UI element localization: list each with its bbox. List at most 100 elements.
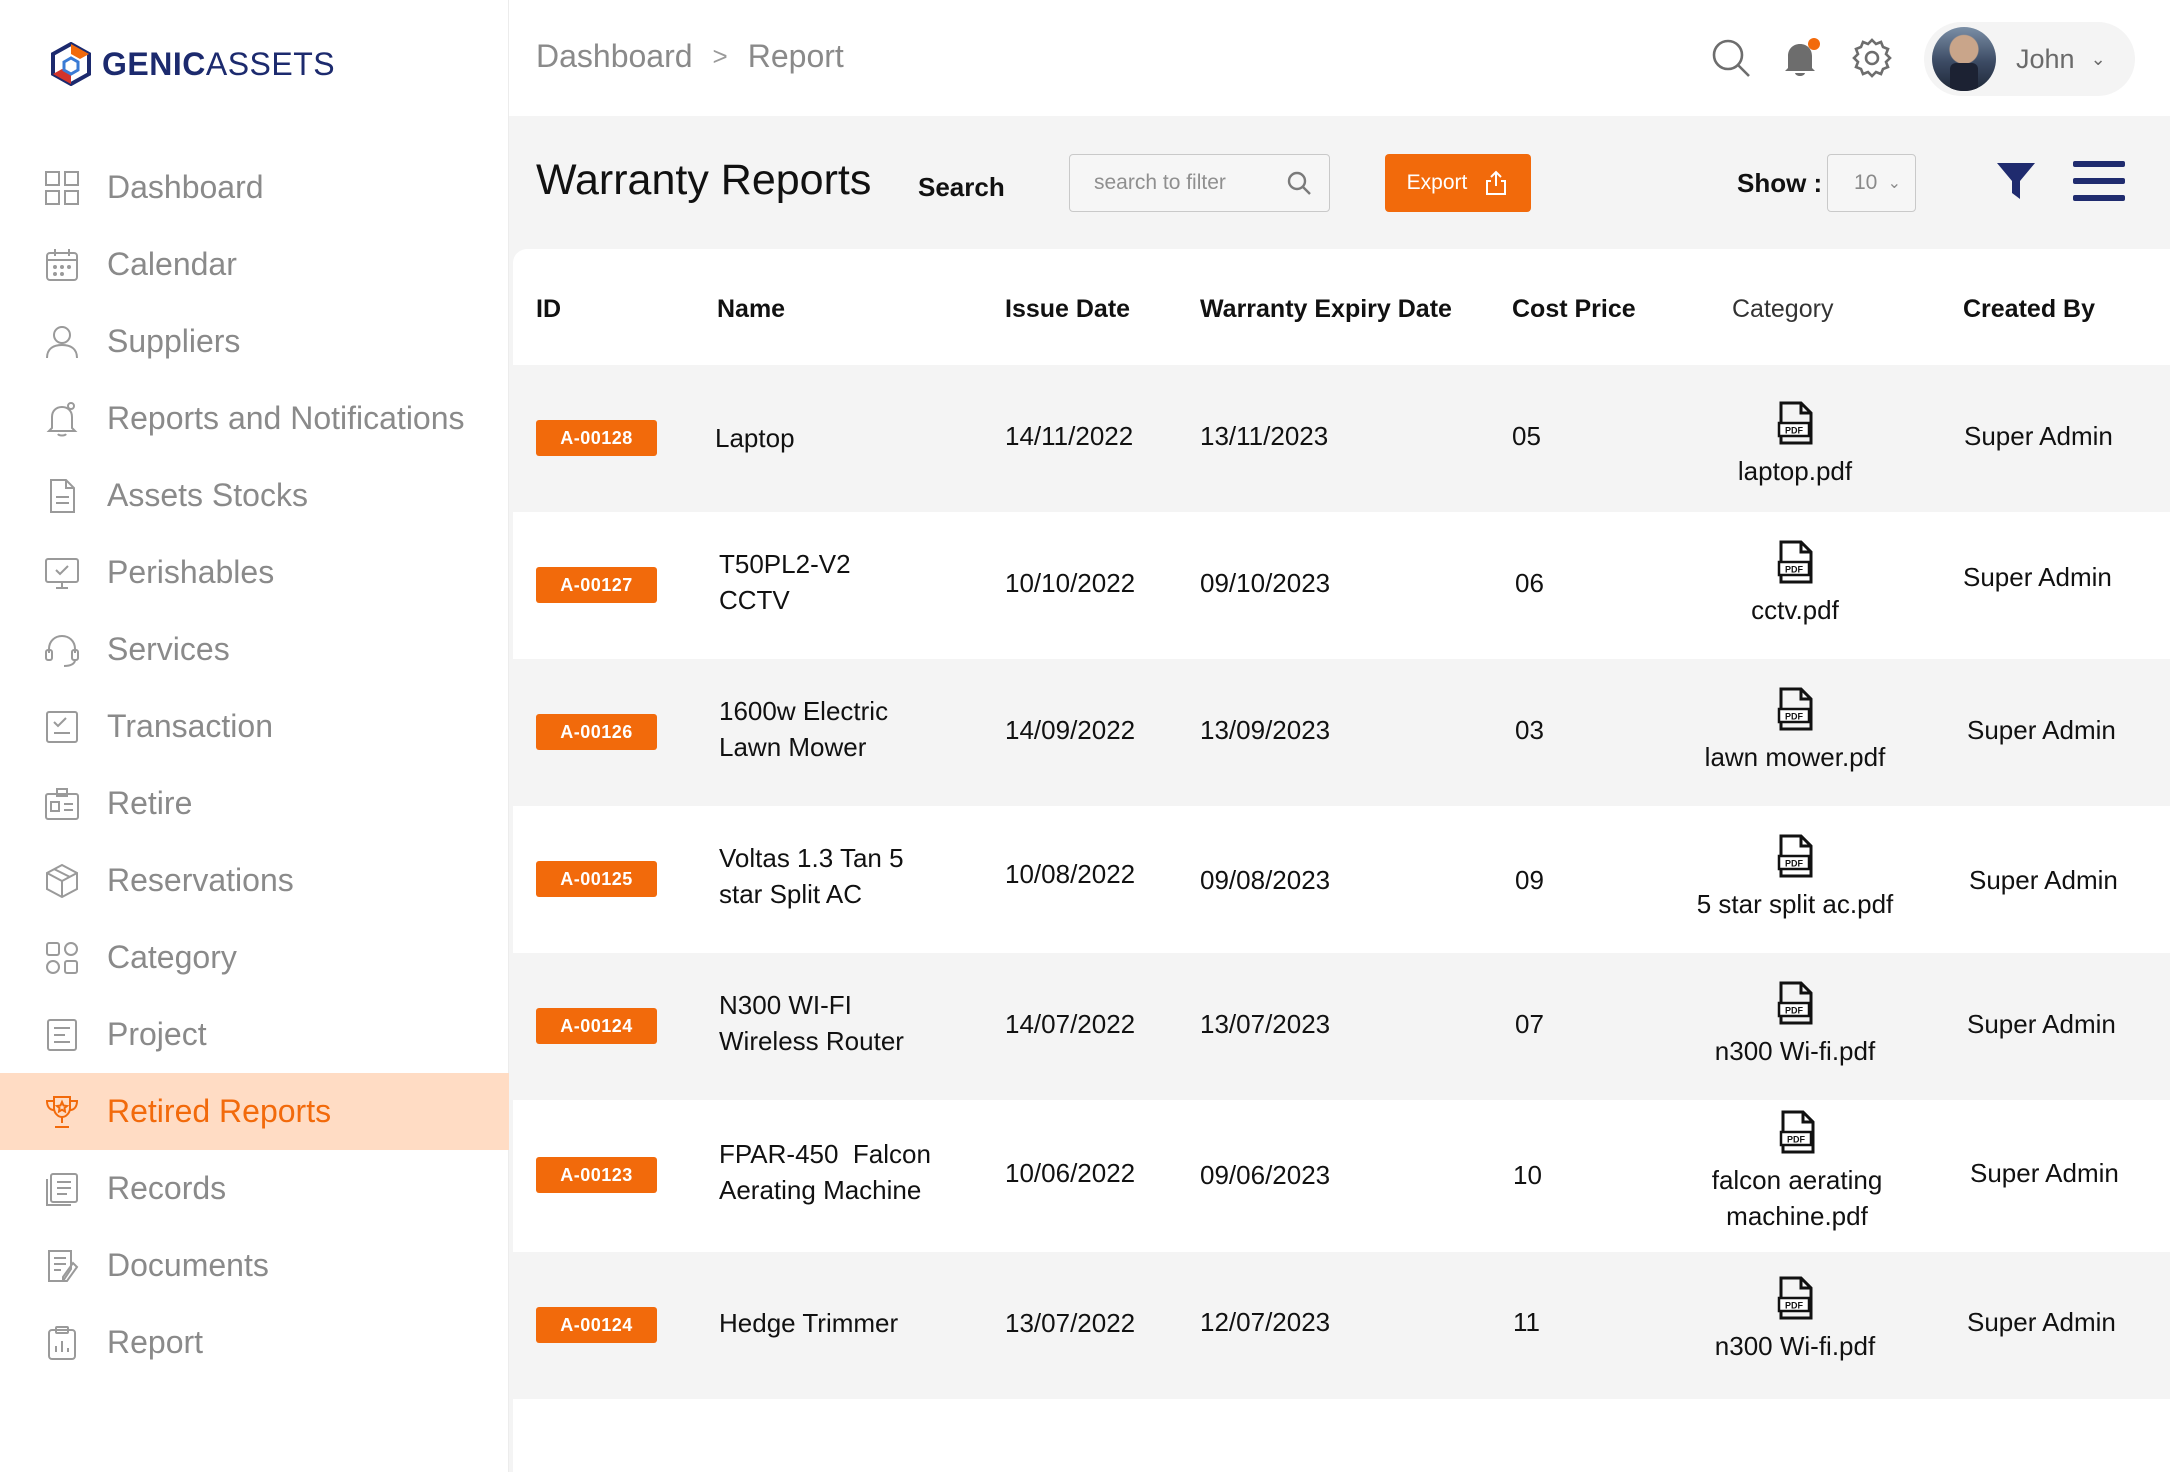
pdf-attachment[interactable]: PDF 5 star split ac.pdf: [1675, 834, 1915, 922]
sidebar-item-label: Retire: [107, 785, 193, 821]
notification-bell-icon[interactable]: [1778, 36, 1822, 80]
notification-dot: [1808, 38, 1820, 50]
cost-price: 09: [1515, 865, 1544, 895]
asset-id-badge: A-00128: [536, 420, 657, 456]
hamburger-menu-icon[interactable]: [2073, 161, 2125, 201]
pdf-attachment[interactable]: PDF laptop.pdf: [1675, 401, 1915, 489]
table-row[interactable]: A-00124 Hedge Trimmer 13/07/2022 12/07/2…: [513, 1252, 2170, 1399]
sidebar-item-reservations[interactable]: Reservations: [0, 842, 509, 919]
sidebar-item-label: Dashboard: [107, 169, 264, 205]
filter-icon[interactable]: [1995, 159, 2037, 203]
cost-price: 06: [1515, 568, 1544, 598]
table-row[interactable]: A-00123 FPAR-450 Falcon Aerating Machine …: [513, 1100, 2170, 1252]
sidebar-item-category[interactable]: Category: [0, 919, 509, 996]
table-row[interactable]: A-00125 Voltas 1.3 Tan 5 star Split AC 10…: [513, 806, 2170, 953]
rows-per-page-select[interactable]: 10 ⌄: [1827, 154, 1916, 212]
file-name: n300 Wi-fi.pdf: [1714, 1036, 1876, 1066]
created-by: Super Admin: [1970, 1158, 2119, 1188]
pdf-attachment[interactable]: PDF n300 Wi-fi.pdf: [1675, 1276, 1915, 1364]
sidebar-item-report[interactable]: Report: [0, 1304, 509, 1381]
cost-price: 03: [1515, 715, 1544, 745]
issue-date: 10/06/2022: [1005, 1158, 1136, 1188]
sidebar-item-transaction[interactable]: Transaction: [0, 688, 509, 765]
main-content: Warranty Reports Search Export Show : 10…: [509, 116, 2170, 1472]
pdf-attachment[interactable]: PDF cctv.pdf: [1675, 540, 1915, 628]
sidebar-item-label: Reports and Notifications: [107, 400, 465, 436]
settings-gear-icon[interactable]: [1850, 36, 1894, 80]
sidebar-item-label: Project: [107, 1016, 207, 1052]
sidebar-item-retire[interactable]: Retire: [0, 765, 509, 842]
id-card-icon: [42, 784, 82, 824]
svg-text:PDF: PDF: [1785, 1301, 1804, 1311]
issue-date: 10/08/2022: [1005, 859, 1136, 889]
sidebar-item-label: Suppliers: [107, 323, 241, 359]
logo-mark-icon: [51, 42, 91, 86]
table-row[interactable]: A-00128 Laptop 14/11/2022 13/11/2023 05 …: [513, 365, 2170, 512]
pdf-file-icon: PDF: [1777, 1276, 1813, 1320]
sidebar-item-calendar[interactable]: Calendar: [0, 226, 509, 303]
breadcrumb: Dashboard > Report: [536, 38, 844, 75]
created-by: Super Admin: [1967, 715, 2116, 745]
sidebar-item-records[interactable]: Records: [0, 1150, 509, 1227]
search-icon: [1287, 171, 1311, 195]
pdf-file-icon: PDF: [1777, 540, 1813, 584]
pdf-attachment[interactable]: PDF n300 Wi-fi.pdf: [1675, 981, 1915, 1069]
search-input[interactable]: [1094, 171, 1264, 195]
breadcrumb-dashboard[interactable]: Dashboard: [536, 38, 693, 75]
expiry-date: 09/06/2023: [1200, 1160, 1331, 1190]
chevron-down-icon: ⌄: [2090, 48, 2106, 69]
sidebar-item-label: Transaction: [107, 708, 273, 744]
sidebar-item-project[interactable]: Project: [0, 996, 509, 1073]
asset-id-badge: A-00124: [536, 1307, 657, 1343]
trophy-icon: [42, 1092, 82, 1132]
column-header-category: Category: [1732, 295, 1834, 323]
toolbar: Warranty Reports Search Export Show : 10…: [509, 116, 2170, 248]
svg-text:PDF: PDF: [1785, 565, 1804, 575]
pdf-file-icon: PDF: [1777, 401, 1813, 445]
pdf-file-icon: PDF: [1777, 981, 1813, 1025]
sidebar-item-label: Calendar: [107, 246, 237, 282]
sidebar-item-label: Reservations: [107, 862, 294, 898]
sidebar-item-retired-reports[interactable]: Retired Reports: [0, 1073, 509, 1150]
share-upload-icon: [1486, 170, 1507, 195]
pdf-file-icon: PDF: [1777, 834, 1813, 878]
issue-date: 13/07/2022: [1005, 1308, 1136, 1338]
user-name: John: [2016, 43, 2075, 74]
issue-date: 14/07/2022: [1005, 1009, 1136, 1039]
search-field[interactable]: [1069, 154, 1330, 212]
sidebar-item-suppliers[interactable]: Suppliers: [0, 303, 509, 380]
sidebar-item-documents[interactable]: Documents: [0, 1227, 509, 1304]
pdf-attachment[interactable]: PDF lawn mower.pdf: [1675, 687, 1915, 775]
brand-logo[interactable]: GENICASSETS: [50, 42, 335, 86]
table-row[interactable]: A-00124 N300 WI-FI Wireless Router 14/07/…: [513, 953, 2170, 1100]
user-menu[interactable]: John ⌄: [1924, 22, 2135, 96]
sidebar-item-label: Category: [107, 939, 237, 975]
pdf-attachment[interactable]: PDF falcon aerating machine.pdf: [1677, 1110, 1917, 1234]
sidebar-item-perishables[interactable]: Perishables: [0, 534, 509, 611]
created-by: Super Admin: [1967, 1009, 2116, 1039]
export-button[interactable]: Export: [1385, 154, 1531, 212]
table-row[interactable]: A-00126 1600w Electric Lawn Mower 14/09/2…: [513, 659, 2170, 806]
expiry-date: 13/07/2023: [1200, 1009, 1331, 1039]
cost-price: 07: [1515, 1009, 1544, 1039]
show-label: Show :: [1737, 168, 1823, 198]
sidebar-item-label: Documents: [107, 1247, 269, 1283]
created-by: Super Admin: [1964, 421, 2113, 451]
column-header-name: Name: [717, 295, 786, 323]
sidebar-item-reports-notifications[interactable]: Reports and Notifications: [0, 380, 509, 457]
search-icon[interactable]: [1709, 36, 1753, 80]
chevron-down-icon: ⌄: [1887, 175, 1901, 192]
issue-date: 14/09/2022: [1005, 715, 1136, 745]
sidebar-item-assets-stocks[interactable]: Assets Stocks: [0, 457, 509, 534]
sidebar-item-dashboard[interactable]: Dashboard: [0, 149, 509, 226]
box-icon: [42, 861, 82, 901]
warranty-table: ID Name Issue Date Warranty Expiry Date …: [513, 249, 2170, 1472]
created-by: Super Admin: [1967, 1307, 2116, 1337]
file-name: cctv.pdf: [1751, 595, 1839, 625]
sidebar-item-label: Perishables: [107, 554, 275, 590]
sidebar-item-services[interactable]: Services: [0, 611, 509, 688]
table-row[interactable]: A-00127 T50PL2-V2 CCTV 10/10/2022 09/10/2…: [513, 512, 2170, 659]
expiry-date: 13/09/2023: [1200, 715, 1331, 745]
breadcrumb-current: Report: [747, 38, 844, 74]
sidebar-item-label: Report: [107, 1324, 204, 1360]
